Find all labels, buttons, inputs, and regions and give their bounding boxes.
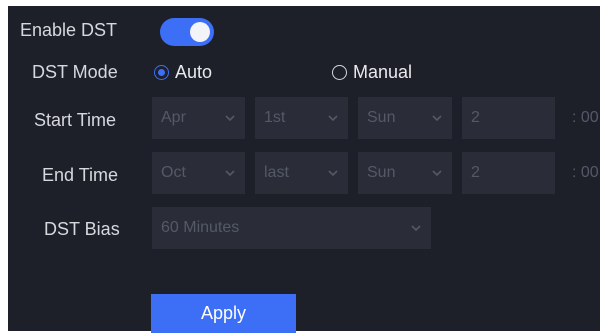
start-week-value: 1st bbox=[264, 109, 286, 126]
start-month-select[interactable]: Apr bbox=[152, 97, 245, 139]
start-day-select[interactable]: Sun bbox=[358, 97, 452, 139]
dst-settings-panel: Enable DST DST Mode Auto Manual Start Ti… bbox=[8, 6, 600, 331]
start-week-select[interactable]: 1st bbox=[255, 97, 348, 139]
dst-mode-auto-radio[interactable]: Auto bbox=[154, 61, 212, 83]
chevron-down-icon bbox=[432, 170, 442, 177]
radio-selected-icon bbox=[154, 64, 169, 80]
chevron-down-icon bbox=[225, 115, 235, 122]
end-week-select[interactable]: last bbox=[255, 152, 348, 194]
start-hour-input[interactable]: 2 bbox=[462, 97, 555, 139]
end-day-select[interactable]: Sun bbox=[358, 152, 452, 194]
enable-dst-toggle[interactable] bbox=[160, 18, 214, 46]
end-month-select[interactable]: Oct bbox=[152, 152, 245, 194]
end-time-label: End Time bbox=[42, 165, 119, 185]
dst-mode-manual-radio[interactable]: Manual bbox=[332, 61, 412, 83]
start-minute-text: : 00 bbox=[572, 109, 599, 126]
end-minute-text: : 00 bbox=[572, 164, 599, 181]
chevron-down-icon bbox=[328, 115, 338, 122]
start-month-value: Apr bbox=[161, 109, 186, 126]
dst-bias-label: DST Bias bbox=[44, 219, 120, 239]
dst-mode-label: DST Mode bbox=[32, 62, 118, 82]
chevron-down-icon bbox=[432, 115, 442, 122]
end-month-value: Oct bbox=[161, 164, 186, 181]
radio-unselected-icon bbox=[332, 64, 347, 80]
dst-bias-select[interactable]: 60 Minutes bbox=[152, 207, 431, 249]
dst-bias-value: 60 Minutes bbox=[161, 219, 240, 236]
apply-button[interactable]: Apply bbox=[151, 294, 296, 333]
chevron-down-icon bbox=[411, 225, 421, 232]
toggle-knob bbox=[190, 22, 210, 42]
start-time-label: Start Time bbox=[34, 110, 117, 130]
chevron-down-icon bbox=[225, 170, 235, 177]
dst-mode-auto-label: Auto bbox=[175, 62, 213, 82]
start-day-value: Sun bbox=[367, 109, 396, 126]
chevron-down-icon bbox=[328, 170, 338, 177]
end-hour-input[interactable]: 2 bbox=[462, 152, 555, 194]
end-hour-value: 2 bbox=[471, 164, 480, 181]
dst-mode-manual-label: Manual bbox=[353, 62, 413, 82]
enable-dst-label: Enable DST bbox=[20, 20, 118, 40]
end-week-value: last bbox=[264, 164, 289, 181]
end-day-value: Sun bbox=[367, 164, 396, 181]
start-hour-value: 2 bbox=[471, 109, 480, 126]
